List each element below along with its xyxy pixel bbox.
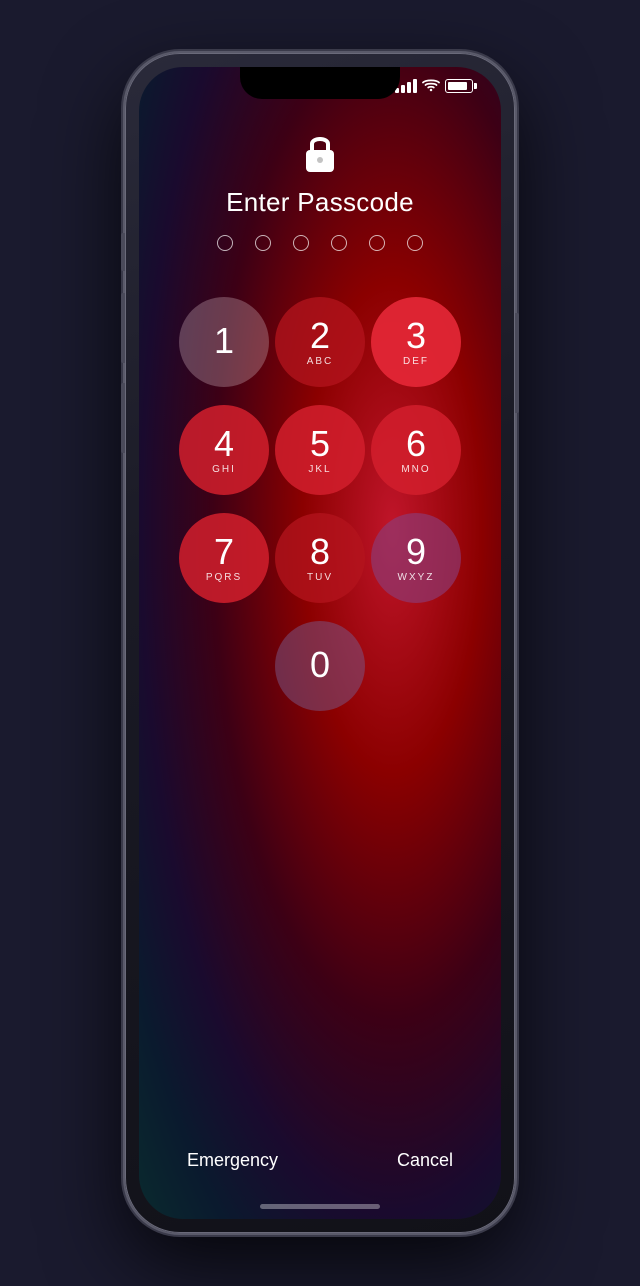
bottom-bar: Emergency Cancel: [139, 1142, 501, 1179]
passcode-dots: [139, 235, 501, 251]
key-8-number: 8: [310, 534, 330, 570]
key-8-letters: TUV: [307, 572, 333, 583]
key-6[interactable]: 6 MNO: [371, 405, 461, 495]
phone-frame: Enter Passcode 1 2 ABC: [125, 53, 515, 1233]
key-4[interactable]: 4 GHI: [179, 405, 269, 495]
home-indicator: [260, 1204, 380, 1209]
wifi-icon: [422, 79, 440, 93]
passcode-title: Enter Passcode: [139, 187, 501, 218]
status-right: [395, 79, 477, 93]
keypad-row-2: 4 GHI 5 JKL 6 MNO: [179, 405, 461, 495]
battery-icon: [445, 79, 477, 93]
key-1-number: 1: [214, 323, 234, 359]
key-6-letters: MNO: [401, 464, 430, 475]
signal-bar-4: [413, 79, 417, 93]
volume-down-button: [121, 383, 125, 453]
dot-2: [255, 235, 271, 251]
phone-screen: Enter Passcode 1 2 ABC: [139, 67, 501, 1219]
key-1[interactable]: 1: [179, 297, 269, 387]
key-5-number: 5: [310, 426, 330, 462]
volume-up-button: [121, 293, 125, 363]
key-4-letters: GHI: [212, 464, 236, 475]
keypad-row-3: 7 PQRS 8 TUV 9 WXYZ: [179, 513, 461, 603]
dot-1: [217, 235, 233, 251]
key-4-number: 4: [214, 426, 234, 462]
key-6-number: 6: [406, 426, 426, 462]
key-3-letters: DEF: [403, 356, 429, 367]
key-3-number: 3: [406, 318, 426, 354]
key-empty-right: [371, 621, 461, 711]
key-9[interactable]: 9 WXYZ: [371, 513, 461, 603]
battery-fill: [448, 82, 467, 90]
battery-body: [445, 79, 473, 93]
notch: [240, 67, 400, 99]
dot-3: [293, 235, 309, 251]
signal-bar-2: [401, 85, 405, 93]
key-9-letters: WXYZ: [398, 572, 435, 583]
dot-5: [369, 235, 385, 251]
emergency-button[interactable]: Emergency: [179, 1142, 286, 1179]
mute-button: [121, 233, 125, 271]
battery-tip: [474, 83, 477, 89]
key-empty-left: [179, 621, 269, 711]
power-button: [515, 313, 519, 413]
key-9-number: 9: [406, 534, 426, 570]
key-8[interactable]: 8 TUV: [275, 513, 365, 603]
signal-bar-3: [407, 82, 411, 93]
dot-4: [331, 235, 347, 251]
keypad-row-1: 1 2 ABC 3 DEF: [179, 297, 461, 387]
key-0-number: 0: [310, 647, 330, 683]
lock-icon: [302, 132, 338, 174]
keypad-row-4: 0: [179, 621, 461, 711]
key-5[interactable]: 5 JKL: [275, 405, 365, 495]
key-3[interactable]: 3 DEF: [371, 297, 461, 387]
lock-icon-container: [302, 132, 338, 174]
key-5-letters: JKL: [308, 464, 331, 475]
dot-6: [407, 235, 423, 251]
key-7[interactable]: 7 PQRS: [179, 513, 269, 603]
key-0[interactable]: 0: [275, 621, 365, 711]
key-7-letters: PQRS: [206, 572, 242, 583]
key-2-letters: ABC: [307, 356, 334, 367]
cancel-button[interactable]: Cancel: [389, 1142, 461, 1179]
key-7-number: 7: [214, 534, 234, 570]
key-2[interactable]: 2 ABC: [275, 297, 365, 387]
keypad: 1 2 ABC 3 DEF 4 GHI 5: [139, 297, 501, 711]
key-2-number: 2: [310, 318, 330, 354]
